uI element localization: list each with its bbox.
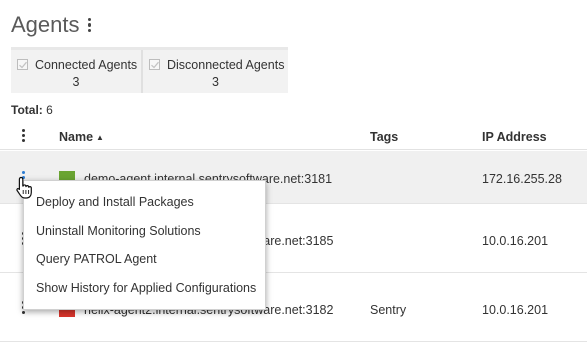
page-title-bar: Agents [11,10,93,40]
agent-ip-address: 10.0.16.201 [482,303,549,317]
column-header-name[interactable]: Name ▲ [59,130,104,144]
menu-item-deploy-install-packages[interactable]: Deploy and Install Packages [24,188,265,217]
filter-connected-agents[interactable]: Connected Agents 3 [11,50,143,93]
filter-label: Disconnected Agents [167,58,285,72]
filter-count: 3 [72,75,80,89]
menu-item-uninstall-monitoring-solutions[interactable]: Uninstall Monitoring Solutions [24,217,265,246]
agent-ip-address: 172.16.255.28 [482,172,562,186]
agent-filter-bar: Connected Agents 3 Disconnected Agents 3 [11,47,288,93]
agent-tags: Sentry [370,303,407,317]
agent-ip-address: 10.0.16.201 [482,234,549,248]
hand-pointer-icon [16,176,32,199]
vertical-ellipsis-icon[interactable] [20,129,26,142]
table-header: Name ▲ Tags IP Address [0,122,587,150]
filter-disconnected-agents[interactable]: Disconnected Agents 3 [143,50,288,93]
menu-item-query-patrol-agent[interactable]: Query PATROL Agent [24,245,265,274]
column-header-tags[interactable]: Tags [370,130,398,144]
total-label: Total: [11,103,43,117]
vertical-ellipsis-icon[interactable] [87,17,93,33]
filter-count: 3 [212,75,219,89]
menu-item-show-history-applied-configurations[interactable]: Show History for Applied Configurations [24,274,265,303]
column-header-ip-address[interactable]: IP Address [482,130,547,144]
total-value: 6 [46,103,53,117]
total-count: Total: 6 [11,103,53,117]
filter-label: Connected Agents [35,58,138,72]
column-name-label: Name [59,130,94,144]
checkmark-icon[interactable] [149,59,160,70]
sort-ascending-icon: ▲ [96,133,104,142]
agent-context-menu: Deploy and Install Packages Uninstall Mo… [23,180,266,310]
page-title: Agents [11,12,80,37]
checkmark-icon[interactable] [17,59,28,70]
